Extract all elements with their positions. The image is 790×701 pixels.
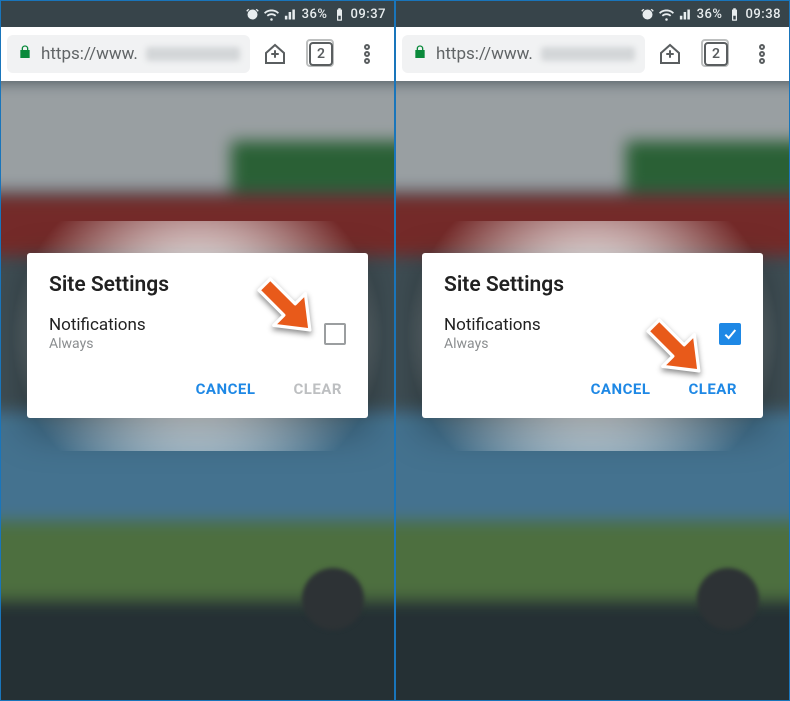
home-add-icon[interactable]: [649, 33, 691, 75]
screenshot-right: 36% 09:38 https://www. 2 Site Settings N…: [396, 1, 789, 700]
signal-icon: [678, 7, 693, 22]
floating-button-blurred: [302, 568, 364, 630]
address-bar[interactable]: https://www.: [402, 35, 645, 73]
battery-percent: 36%: [302, 7, 328, 22]
tab-count: 2: [317, 46, 325, 62]
site-settings-dialog: Site Settings Notifications Always CANCE…: [422, 253, 763, 418]
tabs-button[interactable]: 2: [695, 33, 737, 75]
tab-count: 2: [712, 46, 720, 62]
status-bar: 36% 09:37: [1, 1, 394, 27]
url-text: https://www.: [41, 44, 138, 64]
notification-checkbox[interactable]: [719, 323, 741, 345]
battery-percent: 36%: [697, 7, 723, 22]
cancel-button[interactable]: CANCEL: [587, 372, 655, 406]
battery-icon: [727, 7, 742, 22]
address-bar[interactable]: https://www.: [7, 35, 250, 73]
notification-checkbox[interactable]: [324, 323, 346, 345]
clear-button[interactable]: CLEAR: [684, 372, 741, 406]
overflow-menu-icon[interactable]: [741, 33, 783, 75]
lock-icon: [17, 44, 33, 65]
alarm-icon: [245, 7, 260, 22]
wifi-icon: [264, 7, 279, 22]
wifi-icon: [659, 7, 674, 22]
row-state: Always: [444, 336, 541, 354]
browser-toolbar: https://www. 2: [396, 27, 789, 81]
status-bar: 36% 09:38: [396, 1, 789, 27]
url-text: https://www.: [436, 44, 533, 64]
notification-row[interactable]: Notifications Always: [444, 315, 741, 354]
site-settings-dialog: Site Settings Notifications Always CANCE…: [27, 253, 368, 418]
clear-button[interactable]: CLEAR: [289, 372, 346, 406]
lock-icon: [412, 44, 428, 65]
clock: 09:38: [746, 7, 781, 22]
floating-button-blurred: [697, 568, 759, 630]
notification-row[interactable]: Notifications Always: [49, 315, 346, 354]
browser-toolbar: https://www. 2: [1, 27, 394, 81]
row-label: Notifications: [444, 315, 541, 336]
dialog-title: Site Settings: [49, 273, 346, 297]
dialog-title: Site Settings: [444, 273, 741, 297]
signal-icon: [283, 7, 298, 22]
tabs-button[interactable]: 2: [300, 33, 342, 75]
alarm-icon: [640, 7, 655, 22]
home-add-icon[interactable]: [254, 33, 296, 75]
clock: 09:37: [351, 7, 386, 22]
cancel-button[interactable]: CANCEL: [192, 372, 260, 406]
url-redacted: [146, 47, 240, 61]
screenshot-left: 36% 09:37 https://www. 2 Site Settings N…: [1, 1, 394, 700]
battery-icon: [332, 7, 347, 22]
row-state: Always: [49, 336, 146, 354]
url-redacted: [541, 47, 635, 61]
row-label: Notifications: [49, 315, 146, 336]
overflow-menu-icon[interactable]: [346, 33, 388, 75]
